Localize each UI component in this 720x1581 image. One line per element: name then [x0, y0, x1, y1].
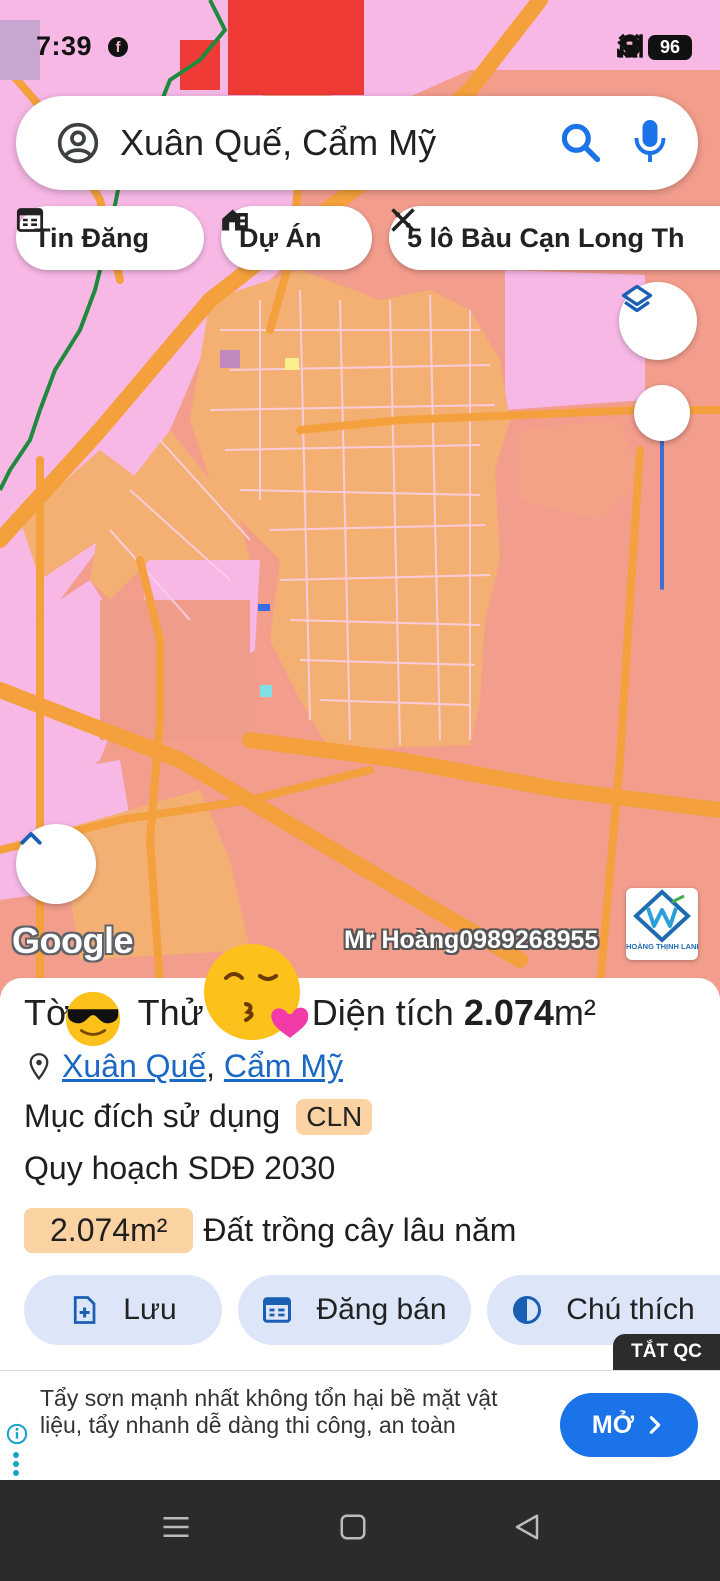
- search-input[interactable]: Xuân Quế, Cẩm Mỹ: [120, 122, 436, 164]
- parcel-area-unit: m²: [553, 992, 596, 1033]
- calendar-icon: [263, 1297, 292, 1323]
- measure-icon: [391, 208, 415, 232]
- chip-label: Tin Đăng: [34, 222, 150, 253]
- signal-icon: [618, 34, 644, 58]
- ad-open-label: MỞ: [591, 1410, 635, 1439]
- layers-button[interactable]: [619, 282, 697, 360]
- ad-text: Tẩy sơn mạnh nhất không tổn hại bề mặt v…: [40, 1385, 498, 1438]
- save-button[interactable]: Lưu: [24, 1275, 222, 1345]
- chip-du-an[interactable]: Dự Án: [221, 206, 372, 270]
- chip-saved-plots[interactable]: 5 lô Bàu Cạn Long Th: [389, 206, 720, 270]
- land-use-row: Mục đích sử dụng CLN: [24, 1098, 373, 1135]
- project-icon: [222, 209, 248, 231]
- chevron-up-icon: [20, 832, 42, 845]
- land-use-badge: CLN: [296, 1098, 373, 1135]
- listing-icon: [16, 208, 44, 232]
- parcel-title-plot: Thử: [137, 992, 204, 1033]
- save-label: Lưu: [123, 1293, 177, 1326]
- filter-chips: Tin Đăng Dự Án 5 lô Bàu Cạn Long Th: [0, 206, 720, 270]
- chip-tin-dang[interactable]: Tin Đăng: [16, 206, 204, 270]
- more-options-icon[interactable]: [12, 1451, 20, 1477]
- search-icon[interactable]: [558, 120, 602, 164]
- chip-label: Dự Án: [239, 222, 322, 253]
- system-navigation-bar: [0, 1480, 720, 1581]
- battery-indicator: 96: [648, 34, 692, 60]
- contact-watermark: Mr Hoàng0989268955: [344, 926, 599, 954]
- chevron-right-icon: [649, 1416, 661, 1434]
- kissing-heart-emoji-icon: [204, 944, 309, 1040]
- info-icon[interactable]: [6, 1423, 28, 1445]
- layers-icon: [621, 284, 653, 313]
- search-bar[interactable]: Xuân Quế, Cẩm Mỹ: [16, 96, 698, 190]
- recent-apps-icon[interactable]: [161, 1512, 191, 1542]
- back-icon[interactable]: [512, 1512, 542, 1542]
- add-bookmark-icon: [74, 1296, 96, 1324]
- ad-open-button[interactable]: MỞ: [560, 1393, 698, 1457]
- location-pin-icon: [29, 1052, 49, 1080]
- account-icon[interactable]: [56, 121, 100, 165]
- contrast-icon: [513, 1296, 542, 1324]
- parcel-area-value: 2.074: [463, 992, 554, 1033]
- district-link[interactable]: Cẩm Mỹ: [224, 1048, 343, 1085]
- google-attribution: Google: [12, 920, 134, 961]
- location-row: Xuân Quế, Cẩm Mỹ: [28, 1048, 343, 1085]
- parcel-area-label: , Diện tích: [291, 992, 464, 1033]
- post-label: Đăng bán: [316, 1293, 447, 1326]
- area-badge: 2.074m²: [24, 1208, 194, 1253]
- expand-button[interactable]: [16, 824, 96, 904]
- zoom-slider-thumb[interactable]: [634, 385, 690, 441]
- area-row: 2.074m² Đất trồng cây lâu năm: [24, 1208, 516, 1253]
- land-use-label: Mục đích sử dụng: [24, 1098, 281, 1134]
- status-icons: VoLTE 96: [616, 32, 692, 62]
- commune-link[interactable]: Xuân Quế: [62, 1048, 206, 1085]
- post-for-sale-button[interactable]: Đăng bán: [238, 1275, 471, 1345]
- brand-logo: HOÀNG THỊNH LAND: [626, 888, 698, 960]
- status-time: 7:39: [36, 31, 93, 61]
- facebook-icon: f: [108, 37, 128, 57]
- sunglasses-emoji-icon: [65, 991, 121, 1047]
- location-separator: ,: [206, 1048, 224, 1084]
- land-type-description: Đất trồng cây lâu năm: [203, 1212, 517, 1248]
- brand-name: HOÀNG THỊNH LAND: [626, 942, 698, 951]
- hide-ad-button[interactable]: TẮT QC: [613, 1334, 720, 1370]
- planning-label: Quy hoạch SDĐ 2030: [24, 1150, 336, 1186]
- legend-label: Chú thích: [566, 1293, 695, 1326]
- status-bar: 7:39 f VoLTE 96: [0, 0, 720, 90]
- microphone-icon[interactable]: [632, 116, 668, 166]
- brand-emblem-icon: [633, 889, 691, 943]
- home-icon[interactable]: [338, 1512, 368, 1542]
- map-view[interactable]: 7:39 f VoLTE 96 Xuân Quế, Cẩm Mỹ Tin Đăn…: [0, 0, 720, 985]
- chip-label: 5 lô Bàu Cạn Long Th: [407, 222, 685, 253]
- ad-banner[interactable]: Tẩy sơn mạnh nhất không tổn hại bề mặt v…: [0, 1370, 720, 1480]
